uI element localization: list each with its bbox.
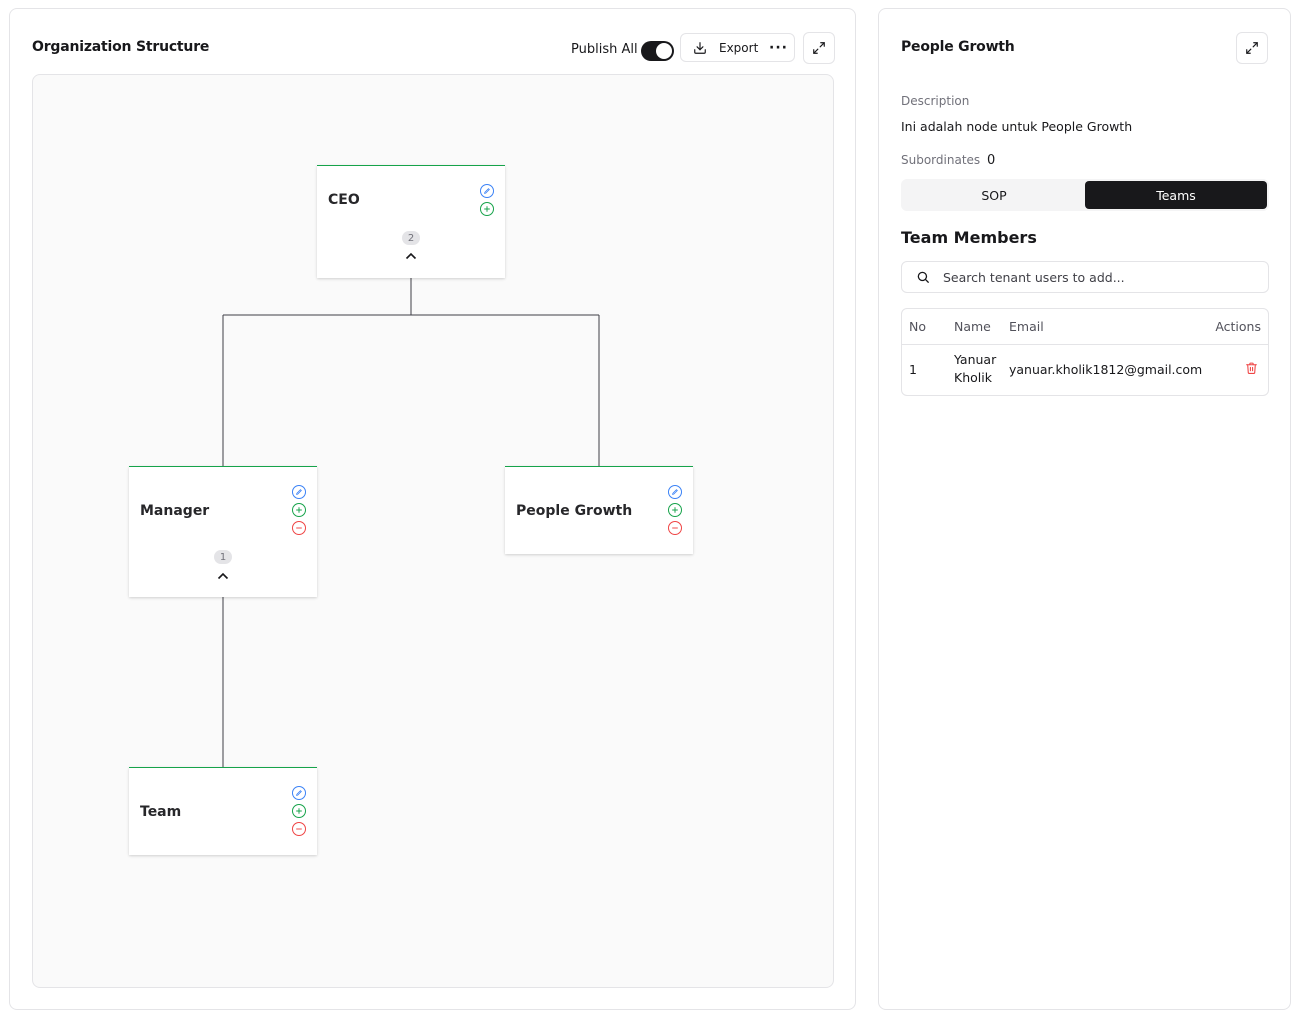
row-number: 1	[909, 361, 917, 377]
more-icon: ···	[769, 39, 788, 56]
team-members-heading: Team Members	[901, 228, 1037, 247]
node-title: Team	[140, 804, 182, 820]
node-title: Manager	[140, 503, 210, 519]
minus-icon	[672, 527, 678, 529]
chevron-up-icon	[217, 572, 229, 580]
remove-node-button[interactable]	[292, 822, 306, 836]
column-header-actions: Actions	[1206, 309, 1268, 345]
remove-node-button[interactable]	[668, 521, 682, 535]
subordinate-count-badge: 2	[402, 231, 420, 245]
collapse-button[interactable]	[404, 251, 418, 261]
more-options-button[interactable]: ···	[763, 34, 794, 61]
detail-title: People Growth	[901, 39, 1015, 55]
node-actions	[480, 184, 494, 216]
node-title: People Growth	[516, 503, 633, 519]
org-node-manager[interactable]: Manager 1	[129, 466, 317, 597]
plus-icon	[296, 507, 302, 513]
expand-detail-button[interactable]	[1236, 32, 1268, 64]
edit-node-button[interactable]	[480, 184, 494, 198]
org-node-team[interactable]: Team	[129, 767, 317, 855]
edit-node-button[interactable]	[668, 485, 682, 499]
search-input[interactable]	[943, 269, 1243, 285]
trash-icon	[1246, 362, 1258, 374]
pencil-icon	[296, 790, 302, 796]
node-title: CEO	[328, 192, 360, 208]
node-detail-card: People Growth Description Ini adalah nod…	[878, 8, 1291, 1010]
minus-icon	[296, 828, 302, 830]
org-node-ceo[interactable]: CEO 2	[317, 165, 505, 278]
expand-icon	[813, 42, 825, 54]
download-icon	[694, 41, 706, 54]
node-actions	[668, 485, 682, 535]
collapse-button[interactable]	[216, 571, 230, 581]
description-label: Description	[901, 94, 970, 108]
user-search-box	[901, 261, 1269, 293]
plus-icon	[484, 206, 490, 212]
plus-icon	[672, 507, 678, 513]
plus-icon	[296, 808, 302, 814]
chevron-up-icon	[405, 252, 417, 260]
org-chart-canvas[interactable]: CEO 2 Manager 1 People Growth Team	[32, 74, 834, 988]
publish-all-toggle[interactable]	[641, 41, 674, 61]
subordinates-value: 0	[987, 153, 996, 168]
member-name: Yanuar Kholik	[947, 344, 1002, 394]
add-child-button[interactable]	[480, 202, 494, 216]
minus-icon	[296, 527, 302, 529]
toggle-knob	[656, 43, 672, 59]
add-child-button[interactable]	[292, 503, 306, 517]
edit-node-button[interactable]	[292, 786, 306, 800]
expand-icon	[1246, 42, 1258, 54]
edit-node-button[interactable]	[292, 485, 306, 499]
column-header-email: Email	[1002, 309, 1207, 345]
row-actions	[1207, 344, 1268, 394]
team-members-table: No Name Email Actions 1 Yanuar Kholik ya…	[901, 308, 1269, 396]
pencil-icon	[672, 489, 678, 495]
search-icon	[917, 271, 929, 283]
column-header-name: Name	[947, 309, 1002, 345]
delete-member-button[interactable]	[1245, 361, 1258, 375]
description-value: Ini adalah node untuk People Growth	[901, 119, 1133, 134]
remove-node-button[interactable]	[292, 521, 306, 535]
org-node-people-growth[interactable]: People Growth	[505, 466, 693, 554]
export-label: Export	[719, 40, 759, 55]
member-last-name: Kholik	[954, 370, 992, 386]
tab-sop[interactable]: SOP	[903, 181, 1085, 209]
node-actions	[292, 786, 306, 836]
org-structure-card: Organization Structure Publish All Expor…	[9, 8, 856, 1010]
export-button[interactable]: Export	[681, 34, 763, 61]
pencil-icon	[484, 188, 490, 194]
member-first-name: Yanuar	[954, 352, 997, 368]
add-child-button[interactable]	[668, 503, 682, 517]
org-structure-title: Organization Structure	[32, 39, 210, 55]
expand-org-button[interactable]	[803, 32, 835, 64]
node-actions	[292, 485, 306, 535]
tab-teams[interactable]: Teams	[1085, 181, 1267, 209]
table-header-row: No Name Email Actions	[902, 309, 1268, 345]
pencil-icon	[296, 489, 302, 495]
detail-tabs: SOP Teams	[901, 179, 1269, 211]
member-email: yanuar.kholik1812@gmail.com	[1009, 361, 1203, 377]
table-row: 1 Yanuar Kholik yanuar.kholik1812@gmail.…	[902, 344, 1268, 394]
add-child-button[interactable]	[292, 804, 306, 818]
subordinate-count-badge: 1	[214, 550, 232, 564]
column-header-no: No	[902, 309, 947, 345]
subordinates-label: Subordinates	[901, 153, 981, 167]
publish-all-label: Publish All	[571, 42, 638, 57]
export-button-group: Export ···	[680, 33, 795, 62]
